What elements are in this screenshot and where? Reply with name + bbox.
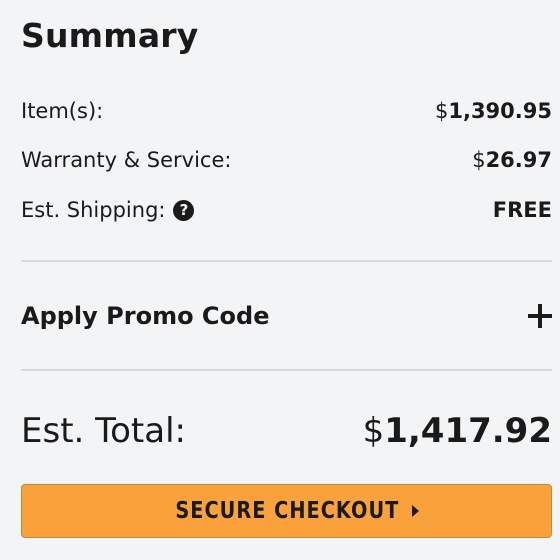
total-currency: $ [362, 411, 385, 451]
items-amount: 1,390.95 [448, 99, 552, 123]
divider [21, 369, 552, 371]
caret-right-icon [412, 505, 420, 517]
promo-label: Apply Promo Code [21, 302, 270, 330]
plus-icon[interactable] [528, 304, 552, 328]
secure-checkout-button[interactable]: SECURE CHECKOUT [21, 484, 552, 538]
items-label: Item(s): [21, 99, 104, 123]
checkout-label: SECURE CHECKOUT [174, 498, 400, 524]
total-value: $1,417.92 [363, 411, 552, 451]
total-row: Est. Total: $1,417.92 [21, 406, 552, 456]
items-row: Item(s): $1,390.95 [21, 96, 552, 126]
total-label: Est. Total: [21, 411, 187, 451]
items-value: $1,390.95 [435, 99, 552, 123]
summary-title: Summary [21, 16, 199, 55]
shipping-label-group: Est. Shipping: ? [21, 198, 195, 222]
total-amount: 1,417.92 [384, 411, 552, 451]
apply-promo-code-toggle[interactable]: Apply Promo Code [21, 296, 552, 336]
shipping-value: FREE [492, 198, 552, 222]
items-currency: $ [434, 99, 449, 123]
shipping-row: Est. Shipping: ? FREE [21, 195, 552, 225]
warranty-value: $26.97 [472, 148, 552, 172]
warranty-currency: $ [472, 148, 486, 172]
warranty-amount: 26.97 [485, 148, 552, 172]
divider [21, 260, 552, 262]
question-circle-icon[interactable]: ? [173, 199, 195, 221]
warranty-label: Warranty & Service: [21, 148, 232, 172]
shipping-label: Est. Shipping: [21, 198, 166, 222]
warranty-row: Warranty & Service: $26.97 [21, 145, 552, 175]
